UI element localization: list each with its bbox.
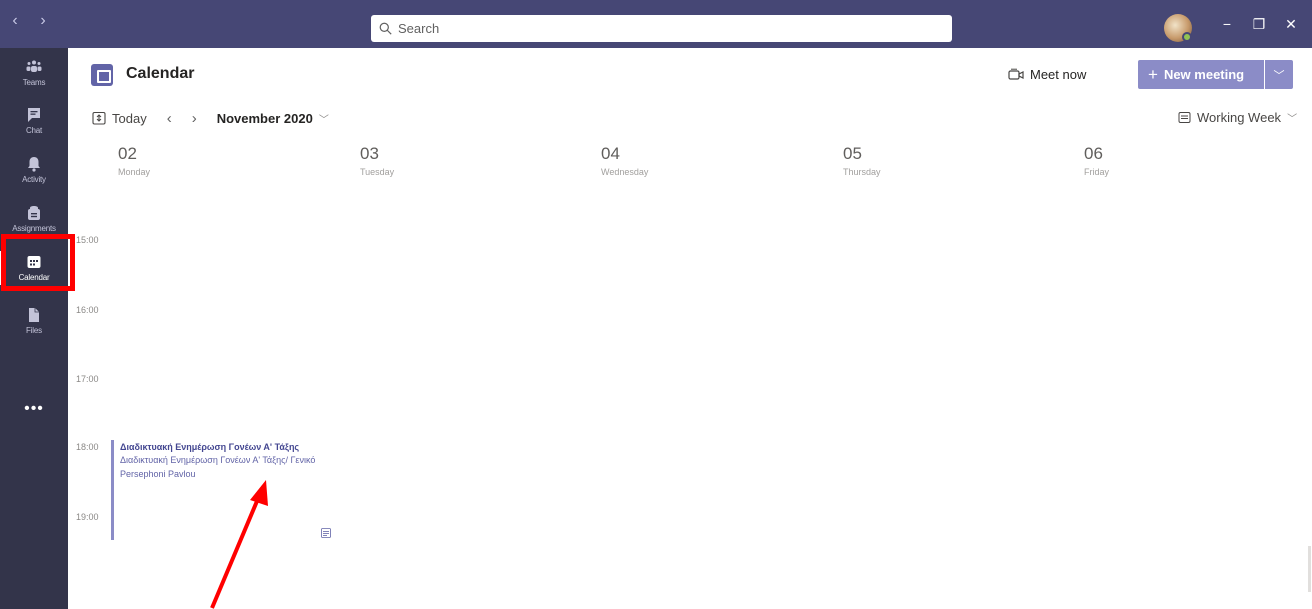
rail-label: Files bbox=[26, 326, 42, 335]
time-label: 18:00 bbox=[76, 442, 99, 452]
close-button[interactable]: ✕ bbox=[1283, 16, 1299, 33]
day-name: Wednesday bbox=[601, 167, 649, 177]
meet-now-label: Meet now bbox=[1030, 67, 1087, 82]
chat-icon bbox=[28, 108, 40, 122]
today-label: Today bbox=[112, 110, 147, 126]
today-calendar-icon bbox=[92, 111, 106, 125]
time-label: 17:00 bbox=[76, 374, 99, 384]
assignments-icon bbox=[28, 206, 40, 220]
time-label: 15:00 bbox=[76, 235, 99, 245]
day-header-tuesday[interactable]: 03 Tuesday bbox=[360, 144, 394, 177]
view-label: Working Week bbox=[1197, 110, 1282, 125]
search-box[interactable] bbox=[371, 15, 952, 42]
back-button[interactable]: ‹ bbox=[8, 12, 22, 30]
forward-button[interactable]: › bbox=[36, 12, 50, 30]
calendar-toolbar: Today ‹ › November 2020 ﹀ bbox=[92, 108, 329, 128]
presence-status-icon bbox=[1182, 32, 1192, 42]
day-name: Thursday bbox=[843, 167, 881, 177]
time-label: 19:00 bbox=[76, 512, 99, 522]
rail-item-teams[interactable]: Teams bbox=[0, 48, 68, 98]
bell-icon bbox=[28, 157, 40, 172]
rail-item-activity[interactable]: Activity bbox=[0, 145, 68, 195]
time-label: 16:00 bbox=[76, 305, 99, 315]
new-meeting-button[interactable]: + New meeting bbox=[1138, 60, 1264, 89]
calendar-pane: Calendar Meet now + New meeting ﹀ Today … bbox=[68, 48, 1312, 592]
chevron-down-icon: ﹀ bbox=[1273, 69, 1285, 82]
day-name: Monday bbox=[118, 167, 151, 177]
rail-label: Teams bbox=[22, 78, 46, 87]
calendar-event[interactable]: Διαδικτυακή Ενημέρωση Γονέων Α' Τάξης Δι… bbox=[111, 440, 331, 540]
week-view-icon bbox=[1178, 112, 1191, 123]
event-organizer: Persephoni Pavlou bbox=[120, 469, 196, 479]
previous-week-button[interactable]: ‹ bbox=[167, 110, 172, 127]
new-meeting-label: New meeting bbox=[1163, 67, 1245, 82]
teams-icon bbox=[26, 60, 42, 72]
rail-label: Assignments bbox=[12, 224, 56, 233]
day-number: 06 bbox=[1084, 144, 1103, 163]
view-switcher[interactable]: Working Week ﹀ bbox=[1178, 110, 1297, 125]
page-title: Calendar bbox=[126, 65, 195, 82]
day-number: 04 bbox=[601, 144, 620, 163]
search-input[interactable] bbox=[398, 21, 938, 36]
search-icon bbox=[379, 22, 392, 35]
meet-now-button[interactable]: Meet now bbox=[1008, 67, 1086, 82]
day-number: 03 bbox=[360, 144, 379, 163]
more-apps-button[interactable]: ••• bbox=[0, 400, 68, 418]
rail-label: Activity bbox=[22, 175, 46, 184]
rail-label: Chat bbox=[25, 126, 43, 135]
teams-meeting-icon bbox=[321, 528, 331, 538]
history-nav: ‹ › bbox=[8, 12, 50, 30]
rail-label: Calendar bbox=[18, 273, 50, 282]
plus-icon: + bbox=[1148, 64, 1158, 84]
today-button[interactable]: Today bbox=[92, 111, 147, 126]
rail-item-chat[interactable]: Chat bbox=[0, 96, 68, 146]
day-number: 02 bbox=[118, 144, 137, 163]
month-picker[interactable]: November 2020 bbox=[217, 111, 313, 126]
day-name: Tuesday bbox=[360, 167, 395, 177]
video-camera-icon bbox=[1008, 68, 1024, 80]
day-header-thursday[interactable]: 05 Thursday bbox=[843, 144, 881, 177]
rail-item-calendar[interactable]: Calendar bbox=[0, 243, 68, 293]
day-header-wednesday[interactable]: 04 Wednesday bbox=[601, 144, 648, 177]
chevron-down-icon: ﹀ bbox=[1287, 114, 1298, 125]
day-header-monday[interactable]: 02 Monday bbox=[118, 144, 150, 177]
app-rail: Teams Chat Activity Assignments Calendar… bbox=[0, 48, 68, 609]
day-name: Friday bbox=[1084, 167, 1110, 177]
calendar-app-icon bbox=[91, 64, 113, 86]
teams-window: ‹ › − ❐ ✕ Teams Chat Activity Assignment… bbox=[0, 0, 1312, 609]
day-header-friday[interactable]: 06 Friday bbox=[1084, 144, 1109, 177]
new-meeting-dropdown-button[interactable]: ﹀ bbox=[1265, 60, 1293, 89]
chevron-down-icon[interactable]: ﹀ bbox=[319, 111, 329, 126]
title-bar: ‹ › − ❐ ✕ bbox=[0, 0, 1312, 48]
next-week-button[interactable]: › bbox=[192, 110, 197, 127]
scrollbar[interactable] bbox=[1308, 546, 1311, 592]
file-icon bbox=[29, 308, 39, 322]
rail-item-files[interactable]: Files bbox=[0, 296, 68, 346]
maximize-button[interactable]: ❐ bbox=[1251, 16, 1267, 33]
rail-item-assignments[interactable]: Assignments bbox=[0, 194, 68, 244]
event-channel: Διαδικτυακή Ενημέρωση Γονέων Α' Τάξης/ Γ… bbox=[120, 455, 316, 465]
calendar-icon bbox=[27, 256, 41, 268]
minimize-button[interactable]: − bbox=[1219, 16, 1235, 32]
day-number: 05 bbox=[843, 144, 862, 163]
event-title: Διαδικτυακή Ενημέρωση Γονέων Α' Τάξης bbox=[120, 442, 300, 452]
